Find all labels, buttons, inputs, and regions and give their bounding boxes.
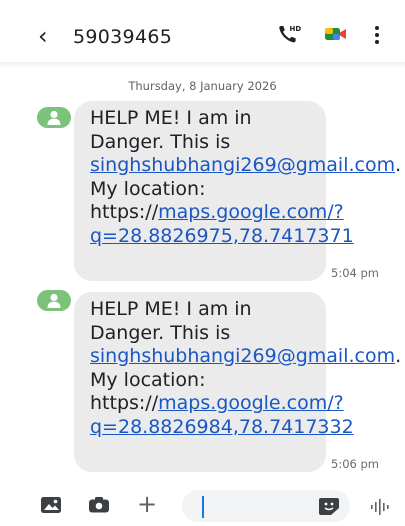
phone-hd-icon[interactable]: HD bbox=[276, 22, 302, 46]
email-link[interactable]: singhshubhangi269@gmail.com bbox=[90, 345, 395, 367]
gallery-icon[interactable] bbox=[40, 496, 62, 514]
date-separator: Thursday, 8 January 2026 bbox=[128, 79, 277, 93]
message-timestamp: 5:06 pm bbox=[331, 457, 379, 471]
svg-text:HD: HD bbox=[290, 25, 302, 33]
camera-icon[interactable] bbox=[88, 496, 110, 514]
email-link[interactable]: singhshubhangi269@gmail.com bbox=[90, 154, 395, 176]
sticker-icon[interactable] bbox=[318, 496, 340, 516]
message-bubble[interactable]: HELP ME! I am in Danger. This is singhsh… bbox=[74, 292, 401, 472]
contact-avatar[interactable] bbox=[37, 290, 71, 311]
voice-record-icon[interactable] bbox=[370, 498, 390, 516]
more-vertical-icon[interactable] bbox=[372, 24, 382, 46]
contact-title[interactable]: 59039465 bbox=[73, 26, 172, 48]
add-attachment-button[interactable]: + bbox=[137, 492, 157, 516]
top-app-bar: ‹ 59039465 HD bbox=[0, 0, 405, 66]
person-icon bbox=[47, 293, 61, 308]
message-text: HELP ME! I am in Danger. This is singhsh… bbox=[90, 298, 402, 438]
person-icon bbox=[47, 110, 61, 125]
text-cursor bbox=[202, 496, 204, 518]
back-button[interactable]: ‹ bbox=[38, 24, 48, 48]
header-divider bbox=[0, 62, 405, 68]
video-call-icon[interactable] bbox=[324, 24, 348, 44]
contact-avatar[interactable] bbox=[37, 107, 71, 128]
message-text: HELP ME! I am in Danger. This is singhsh… bbox=[90, 107, 402, 247]
message-bubble[interactable]: HELP ME! I am in Danger. This is singhsh… bbox=[74, 101, 401, 281]
message-timestamp: 5:04 pm bbox=[331, 266, 379, 280]
